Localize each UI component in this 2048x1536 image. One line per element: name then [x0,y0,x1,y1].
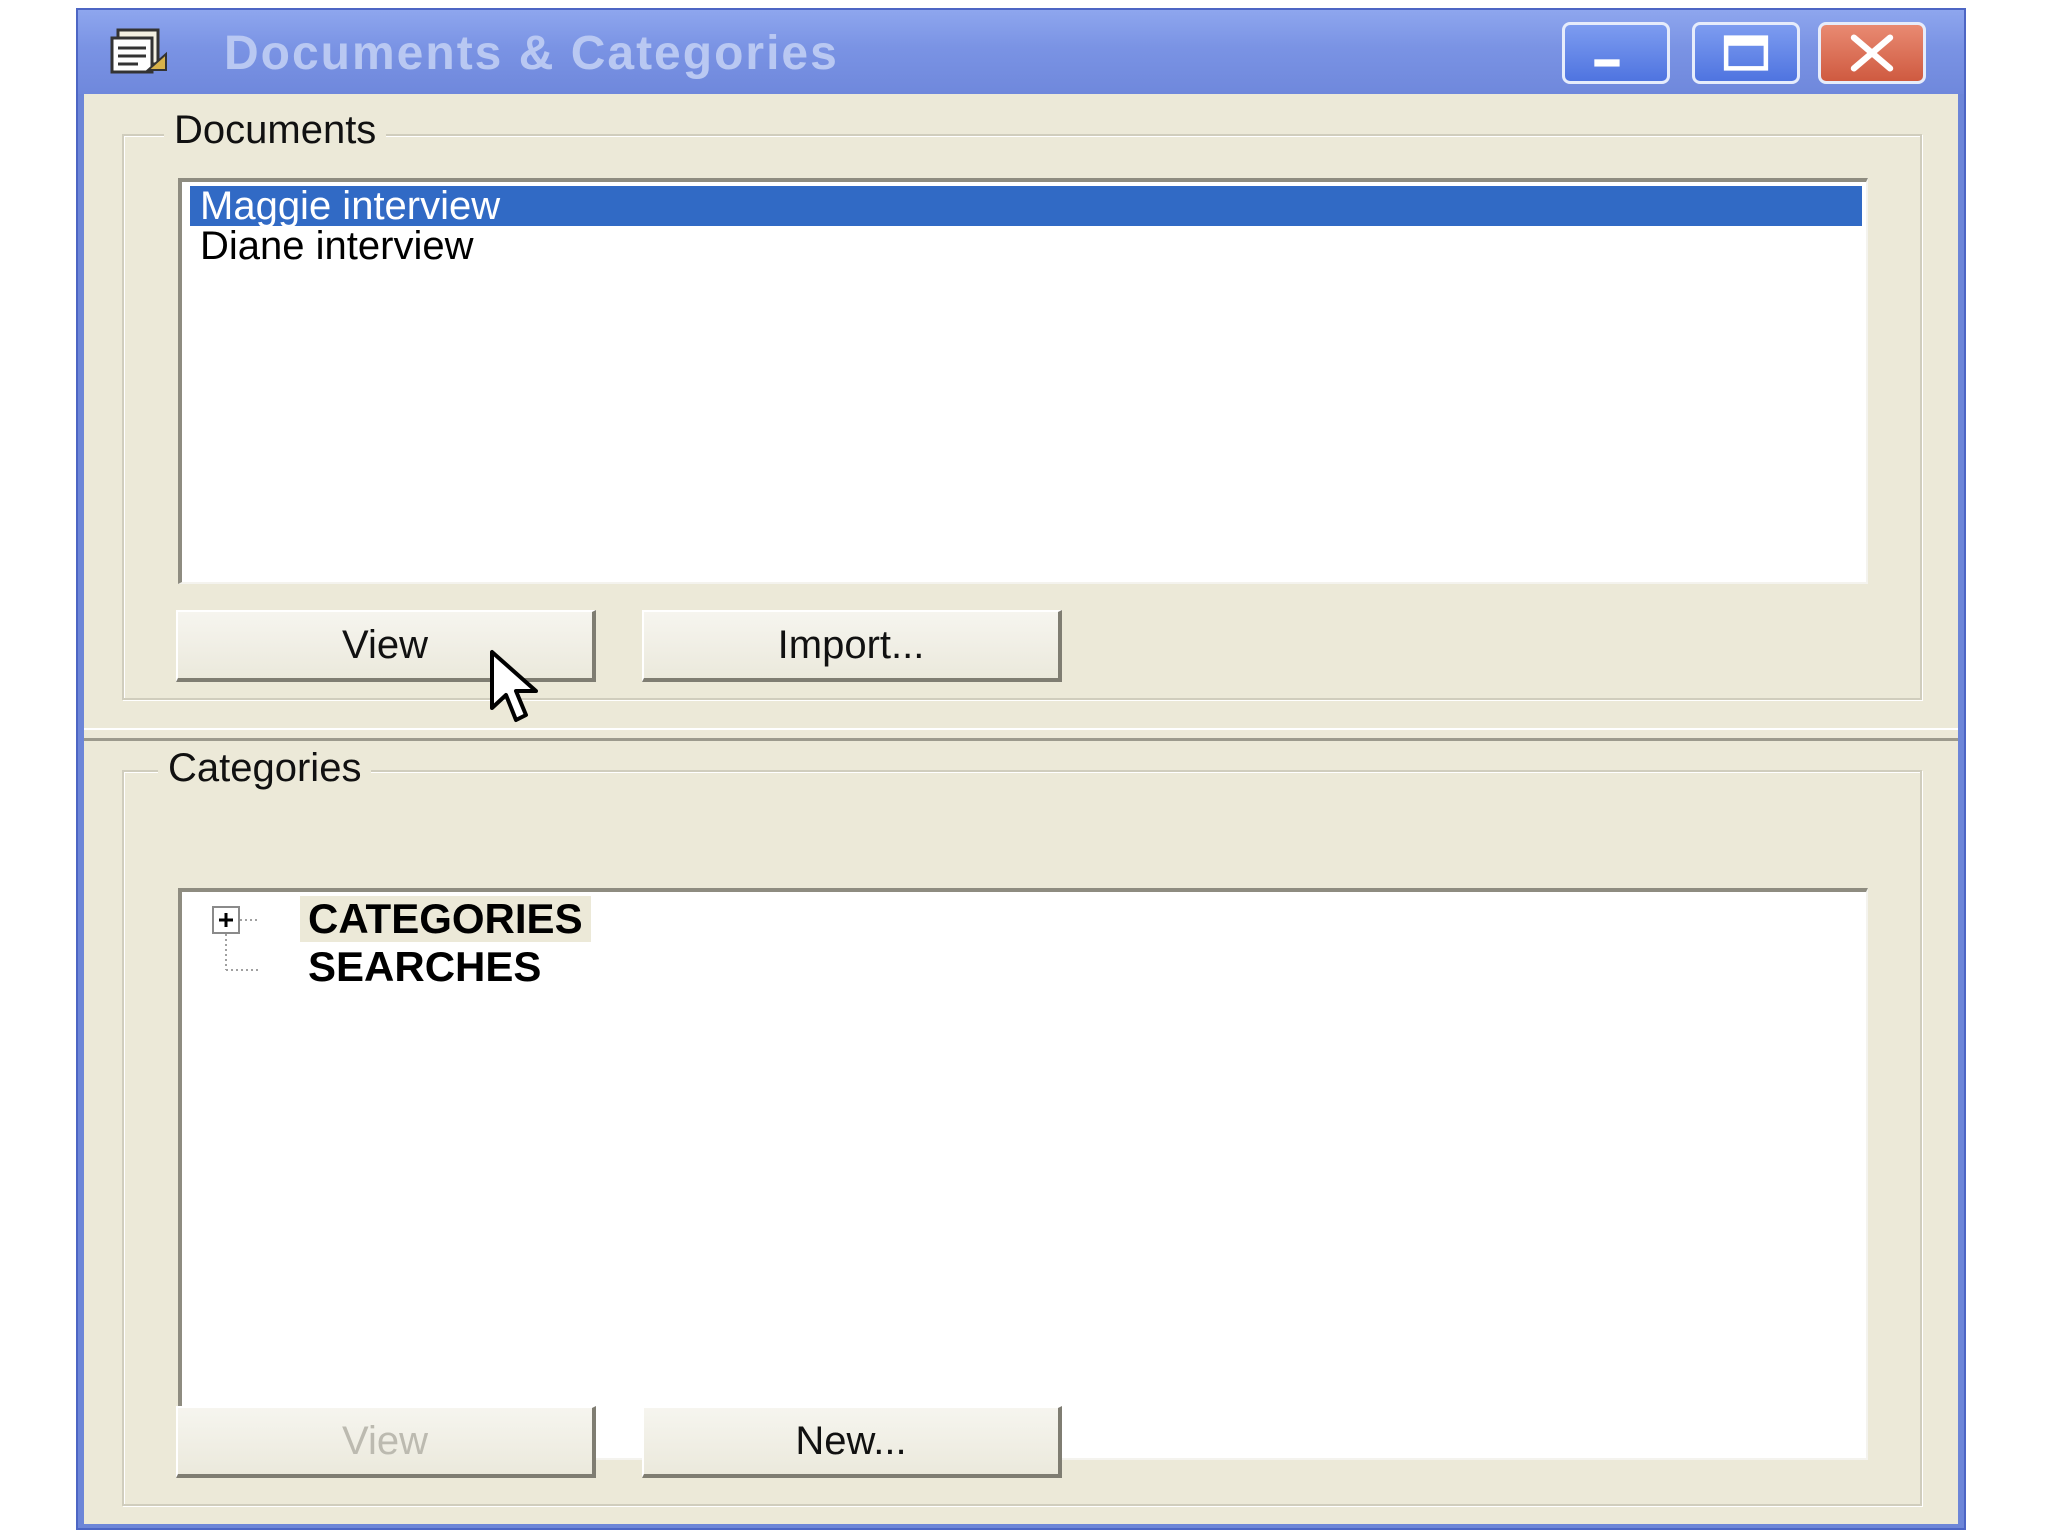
list-item-label: Maggie interview [200,184,501,228]
categories-group: Categories CATEGORIES SEARCHES View New.… [122,746,1922,1506]
documents-list[interactable]: Maggie interview Diane interview [178,178,1868,584]
documents-view-button[interactable]: View [176,610,596,682]
new-category-button[interactable]: New... [642,1406,1062,1478]
tree-node-categories[interactable]: CATEGORIES [300,896,591,942]
categories-tree[interactable]: CATEGORIES SEARCHES [178,888,1868,1460]
maximize-button[interactable] [1692,22,1800,84]
tree-node-searches[interactable]: SEARCHES [304,944,545,990]
list-item-maggie-interview[interactable]: Maggie interview [190,186,1862,226]
title-bar[interactable]: Documents & Categories [78,10,1964,94]
categories-view-button[interactable]: View [176,1406,596,1478]
window-title: Documents & Categories [224,27,839,80]
list-item-diane-interview[interactable]: Diane interview [190,226,1862,266]
import-button[interactable]: Import... [642,610,1062,682]
documents-categories-window: Documents & Categories Documents Maggie … [76,8,1966,1530]
pane-splitter[interactable] [84,728,1958,741]
list-item-label: Diane interview [200,224,474,268]
close-icon [1850,34,1894,72]
close-button[interactable] [1818,22,1926,84]
documents-group: Documents Maggie interview Diane intervi… [122,108,1922,700]
app-icon [110,28,167,74]
window-client-area: Documents Maggie interview Diane intervi… [84,94,1958,1524]
plus-icon [219,913,233,927]
minimize-icon [1594,59,1620,67]
minimize-button[interactable] [1562,22,1670,84]
categories-group-label: Categories [158,746,372,791]
maximize-icon [1723,35,1769,71]
documents-group-label: Documents [164,108,387,153]
expand-categories-button[interactable] [212,906,240,934]
